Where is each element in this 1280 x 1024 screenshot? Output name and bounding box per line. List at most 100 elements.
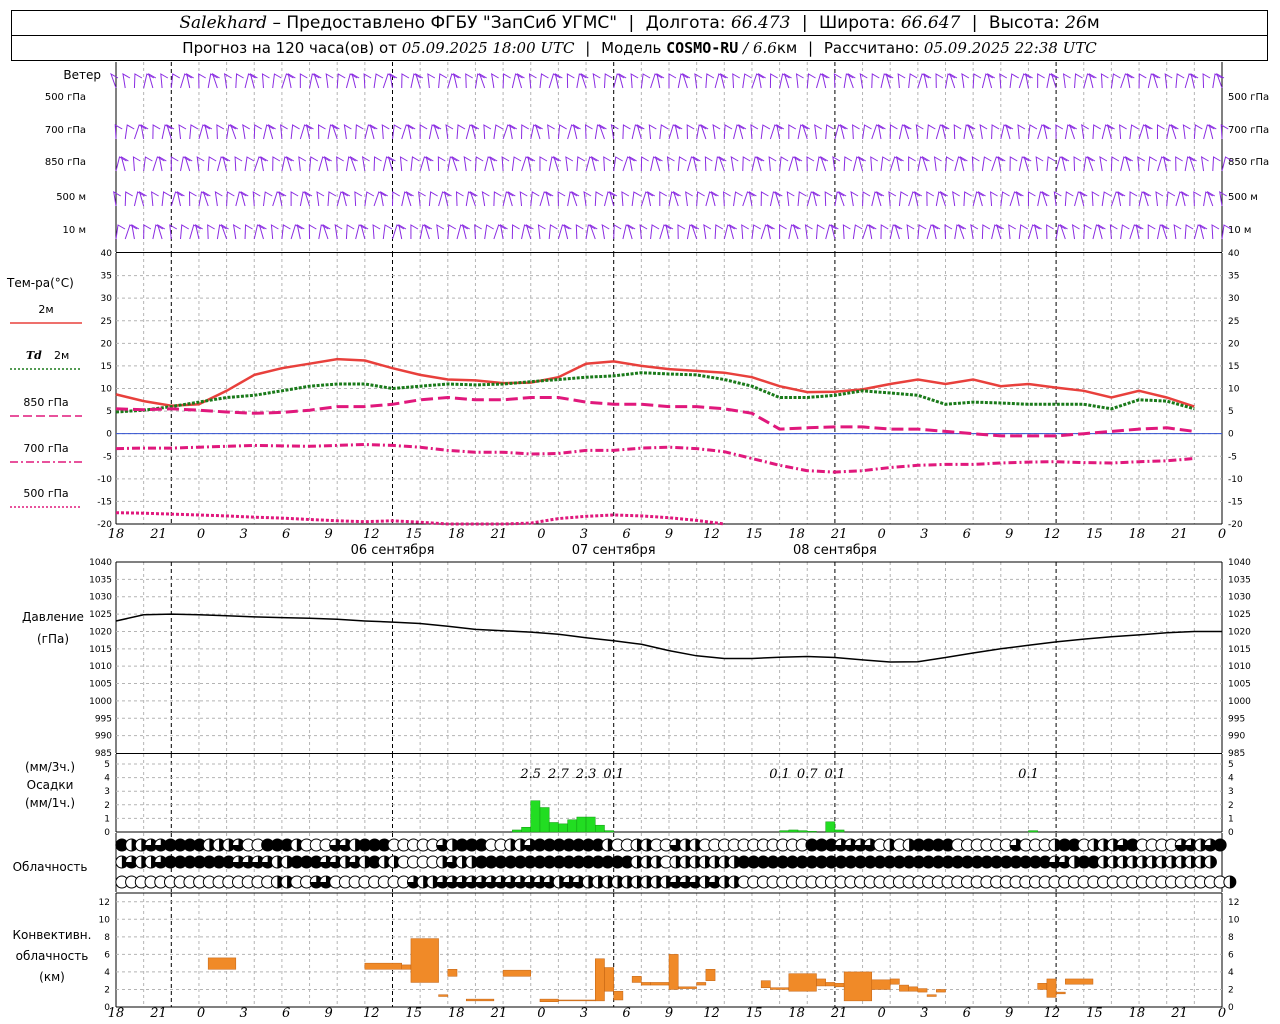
wind-barb [760,124,771,140]
wind-barb [437,156,446,172]
wind-barb [280,124,288,140]
wind-barb [1138,73,1147,89]
wind-barb [392,124,402,140]
cloud-symbol [1213,838,1227,852]
wind-barb [613,224,622,240]
wind-barb [718,155,727,172]
temp-y-tick-right: -20 [1228,520,1243,530]
wind-barb [166,123,175,140]
wind-barb [1062,73,1071,89]
legend-label: 2м [54,349,69,362]
wind-barb [196,156,205,172]
conv-title-line: Конвективн. [13,928,92,942]
wind-barb [474,156,484,172]
precip-bar [558,823,568,833]
wind-barb [970,224,979,240]
wind-barb [935,73,944,89]
precip-bar [788,829,799,833]
wind-barb [583,191,592,207]
wind-barb [842,224,851,240]
hour-tick-label: 6 [282,1006,290,1021]
wind-barb [557,191,566,207]
hour-tick-label: 18 [788,527,805,542]
hour-tick-label: 15 [405,527,422,542]
wind-barb [364,191,375,207]
hour-tick-label: 18 [788,1006,805,1021]
wind-barb [381,124,390,140]
hour-tick-label: 3 [580,1006,588,1021]
wind-barb [1106,123,1115,140]
wind-barb [322,223,331,240]
precip-y-tick: 2 [104,801,110,811]
wind-barb [489,155,498,172]
wind-barb [1059,223,1068,240]
wind-barb [1143,190,1152,207]
conv-y-tick-right: 2 [1228,985,1234,995]
wind-barb [908,156,916,171]
conv-bar [668,954,679,990]
wind-barb [427,73,436,89]
wind-barb [493,191,502,207]
wind-barb [1068,123,1078,140]
wind-barb [797,191,807,207]
wind-barb [963,191,972,207]
wind-barb [156,223,166,240]
conv-bar [364,962,402,970]
temp-y-tick: 30 [101,294,113,304]
wind-level-label: 500 м [56,192,86,203]
day-label: 07 сентября [572,543,656,558]
wind-barb [1184,224,1194,240]
wind-barb [987,72,996,89]
wind-barb [1037,73,1045,88]
wind-barb [1091,191,1100,207]
wind-barb [1000,191,1010,207]
wind-barb [862,124,872,140]
wind-barb [1173,224,1182,240]
precip-sum-label: 0.7 [797,767,818,782]
wind-barb [589,223,598,240]
hour-tick-label: 6 [963,1006,971,1021]
wind-barb [1101,191,1112,207]
wind-barb [1161,223,1170,240]
precip-title: Осадки [27,778,74,792]
wind-barb [991,124,1000,140]
wind-barb [170,73,181,89]
wind-barb [547,124,555,140]
wind-barb [120,155,129,172]
hour-tick-label: 15 [1086,527,1103,542]
wind-barb [521,124,530,140]
pressure-y-tick: 1040 [89,558,112,568]
wind-barb [232,224,241,240]
wind-barb [372,224,381,240]
wind-barb [847,72,856,89]
wind-barb [272,156,281,172]
temp-y-tick-right: 30 [1228,294,1240,304]
wind-barb [463,156,472,172]
wind-barb [148,72,157,89]
pressure-unit: (гПа) [37,632,69,646]
hour-tick-label: 0 [878,527,886,542]
wind-barb [349,155,358,172]
wind-barb [290,191,299,206]
precip-y-tick-right: 3 [1228,787,1234,797]
hour-tick-label: 0 [197,1006,205,1021]
wind-barb [815,224,825,240]
precip-bar [825,821,836,833]
wind-barbs [110,72,1233,240]
temp-y-tick-right: 10 [1228,385,1240,395]
wind-barb [272,73,282,89]
wind-level-label-right: 500 м [1228,192,1258,203]
wind-barb [1027,124,1038,140]
wind-barb [160,73,169,89]
hour-tick-label: 21 [149,1006,167,1021]
pressure-y-tick-right: 985 [1228,749,1245,759]
wind-barb [801,123,810,140]
wind-barb [1175,73,1185,89]
wind-barb [876,190,885,207]
precip-sum-label: 0.1 [1018,767,1039,782]
wind-barb [704,156,713,172]
hour-tick-label: 0 [878,1006,886,1021]
temp-series-3 [115,442,1195,474]
temp-y-tick: -5 [103,452,112,462]
wind-level-label-right: 850 гПа [1228,157,1269,168]
